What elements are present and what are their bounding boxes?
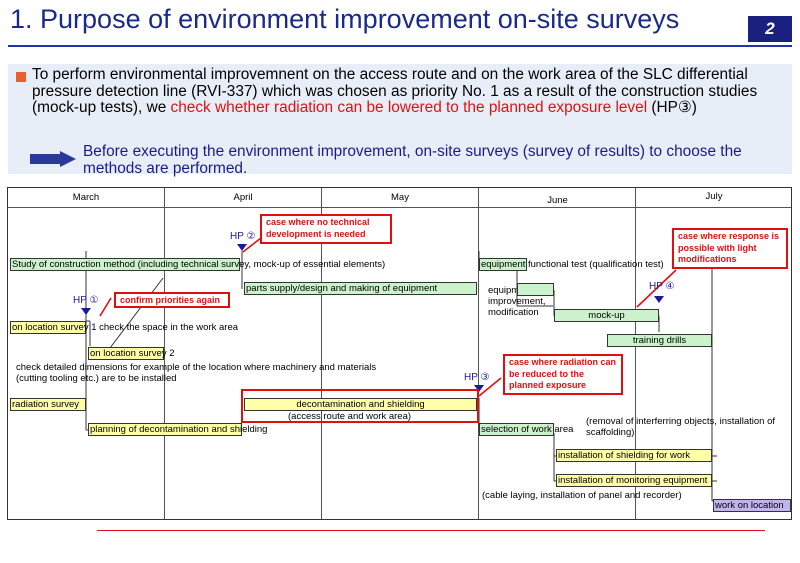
arrow-right-icon	[30, 151, 76, 167]
bar-install-shielding: installation of shielding for work	[556, 449, 712, 462]
bar-equipment-sub	[517, 283, 554, 296]
bar-location-survey-2: on location survey 2	[88, 347, 175, 360]
intro-text: To perform environmental improvemnent on…	[32, 66, 782, 117]
bar-planning-decon: planning of decontamination and shieldin…	[88, 423, 268, 436]
intro-subtext: Before executing the environment improve…	[83, 143, 742, 177]
bar-mockup: mock-up	[554, 309, 659, 322]
bar-install-monitoring: installation of monitoring equipment	[556, 474, 712, 487]
note-removal: (removal of interferring objects, instal…	[586, 416, 776, 438]
note-cable-laying: (cable laying, installation of panel and…	[482, 490, 682, 501]
footer-rule	[97, 530, 765, 531]
bar-work-on-location: work on location	[713, 499, 791, 512]
title-underline	[8, 45, 792, 47]
intro-highlight: check whether radiation can be lowered t…	[170, 99, 648, 116]
callout-confirm-priorities: confirm priorities again	[114, 292, 230, 308]
bar-selection-work-area: selection of work area	[479, 423, 574, 436]
intro-panel: To perform environmental improvemnent on…	[8, 64, 792, 177]
highlight-box-decon	[241, 389, 479, 423]
bar-radiation-survey: radiation survey	[10, 398, 86, 411]
square-bullet-icon	[16, 72, 26, 82]
bar-parts-supply: parts supply/design and making of equipm…	[244, 282, 477, 295]
callout-radiation-reduced: case where radiation can be reduced to t…	[503, 354, 623, 395]
hold-point-3: HP ③	[464, 372, 490, 383]
note-check-dimensions: check detailed dimensions for example of…	[16, 362, 377, 384]
bar-location-survey-1: on location survey 1 check the space in …	[10, 321, 239, 334]
hold-point-2: HP ②	[230, 231, 256, 242]
intro-text-end: (HP③)	[647, 99, 697, 116]
callout-light-modifications: case where response is possible with lig…	[672, 228, 788, 269]
hold-point-1: HP ①	[73, 295, 99, 306]
bar-training-drills: training drills	[607, 334, 712, 347]
schedule-chart: March April May June July Study of const…	[7, 187, 792, 520]
bar-study-construction: Study of construction method (including …	[10, 258, 386, 271]
page-number-badge: 2	[748, 16, 792, 42]
bar-equipment-test: equipment functional test (qualification…	[479, 258, 664, 271]
page-title: 1. Purpose of environment improvement on…	[10, 4, 680, 34]
callout-no-technical: case where no technical development is n…	[260, 214, 392, 244]
hold-point-4: HP ④	[649, 281, 675, 292]
